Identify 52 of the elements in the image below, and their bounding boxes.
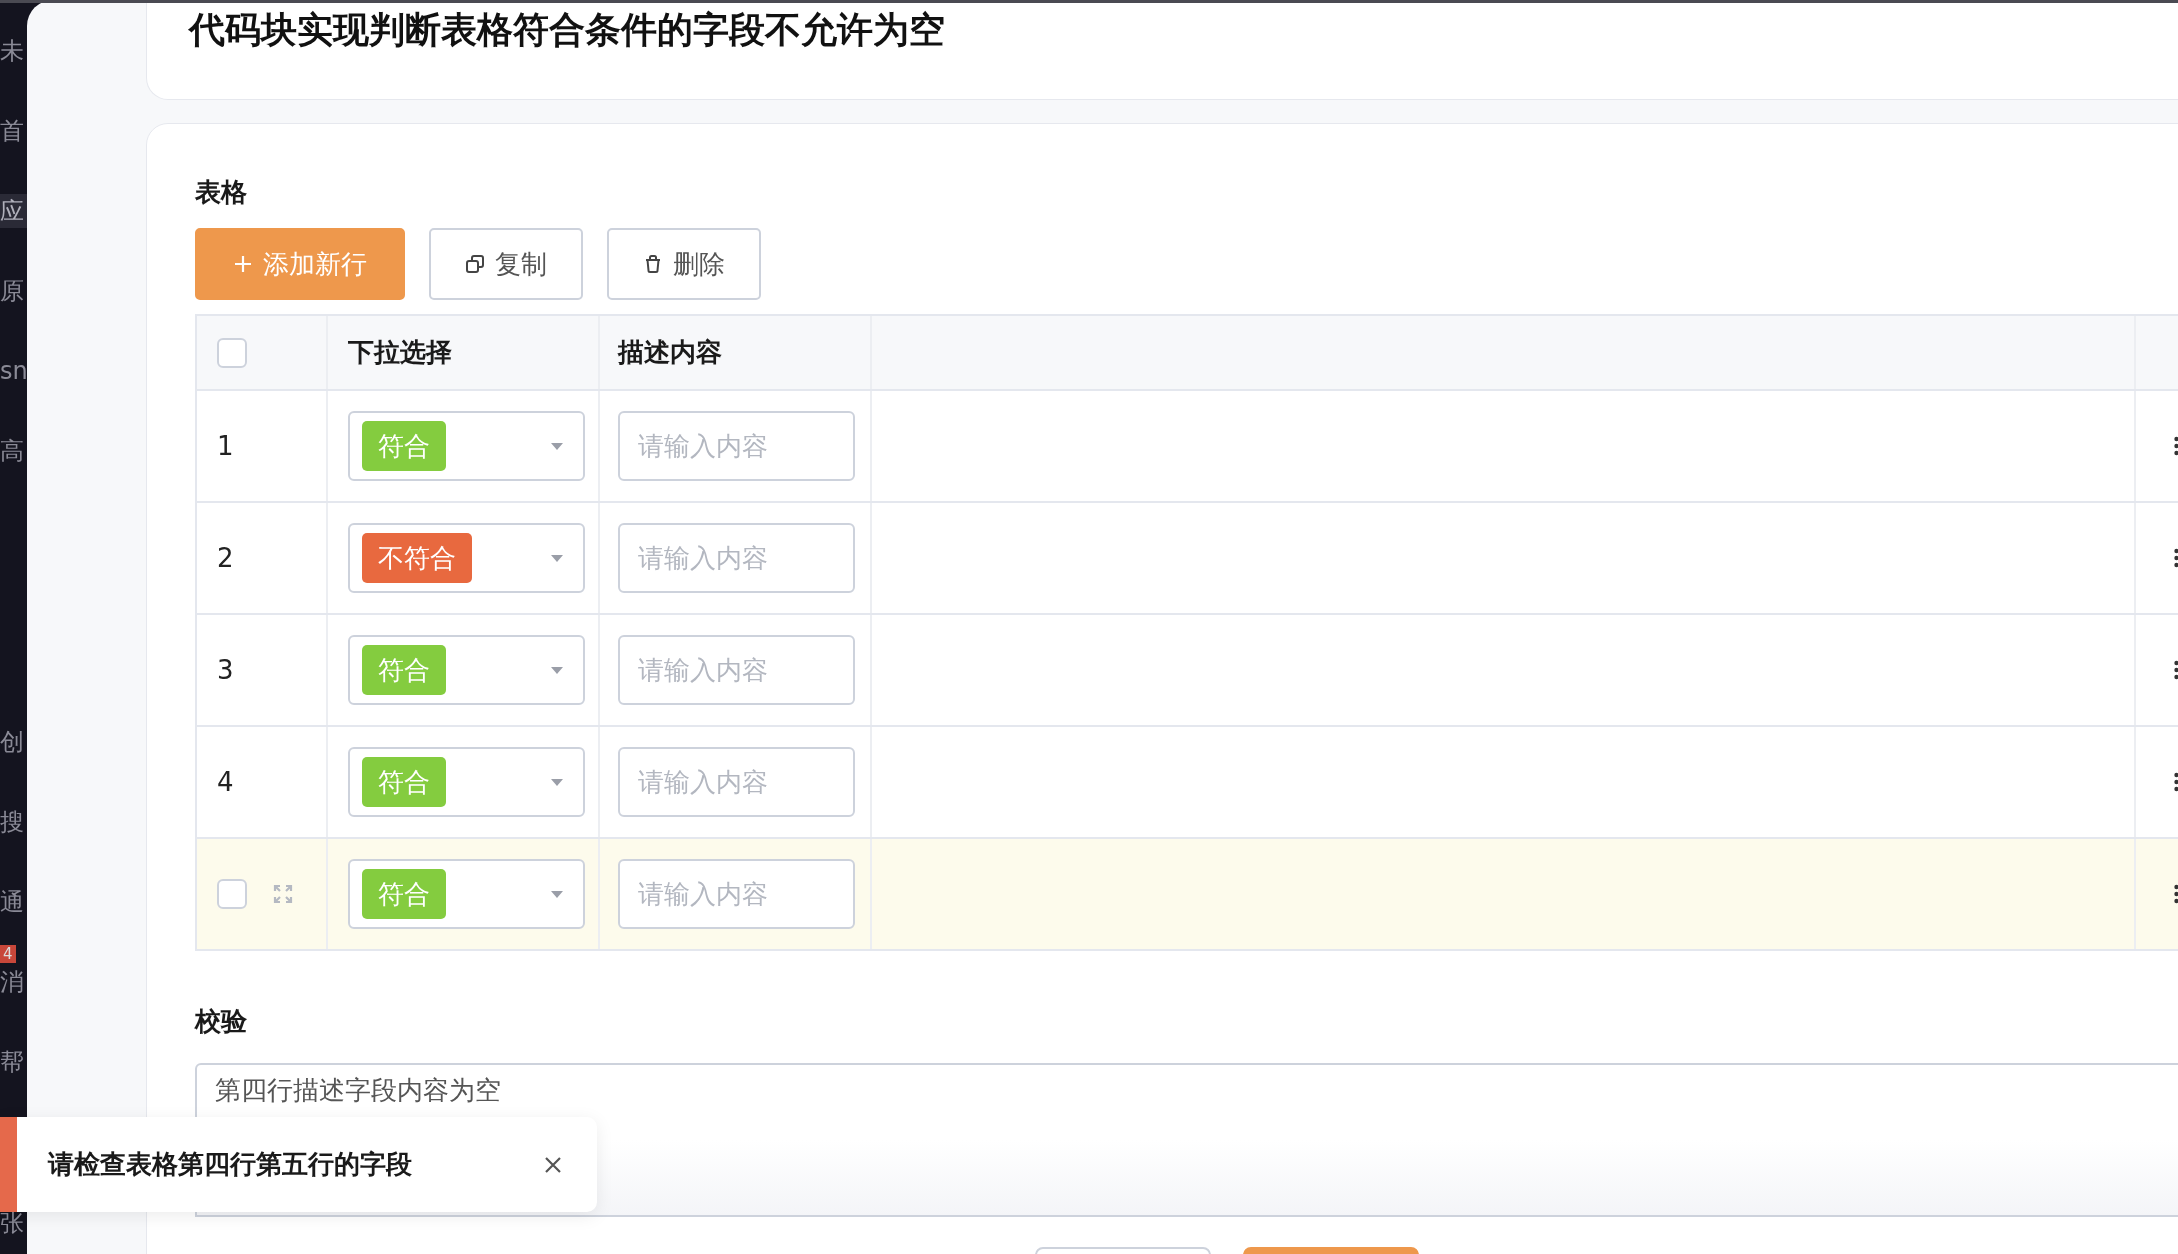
delete-button[interactable]: 删除 bbox=[607, 228, 761, 300]
section-label: 校验 bbox=[195, 1005, 248, 1038]
status-tag: 符合 bbox=[362, 757, 446, 807]
sidebar-item[interactable]: 首 bbox=[0, 114, 27, 148]
copy-icon bbox=[465, 254, 485, 274]
row-number: 1 bbox=[217, 431, 234, 461]
sidebar-item[interactable]: 创 bbox=[0, 725, 27, 759]
caret-icon bbox=[551, 554, 563, 562]
more-icon bbox=[2174, 772, 2178, 792]
section-label: 表格 bbox=[195, 176, 248, 209]
row-number: 2 bbox=[217, 543, 234, 573]
caret-icon bbox=[551, 666, 563, 674]
status-tag: 符合 bbox=[362, 869, 446, 919]
row-number: 3 bbox=[217, 655, 234, 685]
textarea-value: 第四行描述字段内容为空 bbox=[215, 1075, 501, 1105]
plus-icon bbox=[233, 254, 253, 274]
trash-icon bbox=[643, 254, 663, 274]
sidebar-item[interactable]: 搜 bbox=[0, 805, 27, 839]
description-field[interactable]: 请输入内容 bbox=[618, 859, 855, 929]
caret-icon bbox=[551, 778, 563, 786]
more-icon bbox=[2174, 884, 2178, 904]
more-icon bbox=[2174, 660, 2178, 680]
sidebar-item[interactable]: 未 bbox=[0, 34, 27, 68]
more-icon bbox=[2174, 436, 2178, 456]
column-header: 下拉选择 bbox=[348, 336, 452, 369]
status-tag: 符合 bbox=[362, 645, 446, 695]
sidebar-item[interactable]: 帮 bbox=[0, 1045, 27, 1079]
status-tag: 符合 bbox=[362, 421, 446, 471]
sidebar-item[interactable]: 消 bbox=[0, 965, 27, 999]
more-icon bbox=[2174, 548, 2178, 568]
copy-button[interactable]: 复制 bbox=[429, 228, 583, 300]
sidebar-item[interactable]: sn bbox=[0, 354, 27, 388]
checkbox[interactable] bbox=[217, 879, 247, 909]
status-tag: 不符合 bbox=[362, 533, 472, 583]
expand-icon bbox=[273, 884, 293, 904]
caret-icon bbox=[551, 442, 563, 450]
count-badge: 4 bbox=[0, 945, 16, 963]
description-field[interactable]: 请输入内容 bbox=[618, 635, 855, 705]
sidebar-item[interactable]: 通 bbox=[0, 885, 27, 919]
caret-icon bbox=[551, 890, 563, 898]
checkbox[interactable] bbox=[217, 337, 247, 368]
sidebar-item[interactable]: 高 bbox=[0, 434, 27, 468]
page-title: 代码块实现判断表格符合条件的字段不允许为空 bbox=[189, 8, 946, 52]
status-dropdown[interactable]: 不符合 bbox=[348, 523, 585, 593]
column-header: 描述内容 bbox=[618, 336, 722, 369]
close-icon[interactable] bbox=[543, 1154, 563, 1175]
sidebar-item[interactable]: 原 bbox=[0, 274, 27, 308]
description-field[interactable]: 请输入内容 bbox=[618, 411, 855, 481]
description-field[interactable]: 请输入内容 bbox=[618, 523, 855, 593]
row-number: 4 bbox=[217, 767, 234, 797]
sidebar-item[interactable]: 应 bbox=[0, 194, 27, 228]
description-field[interactable]: 请输入内容 bbox=[618, 747, 855, 817]
